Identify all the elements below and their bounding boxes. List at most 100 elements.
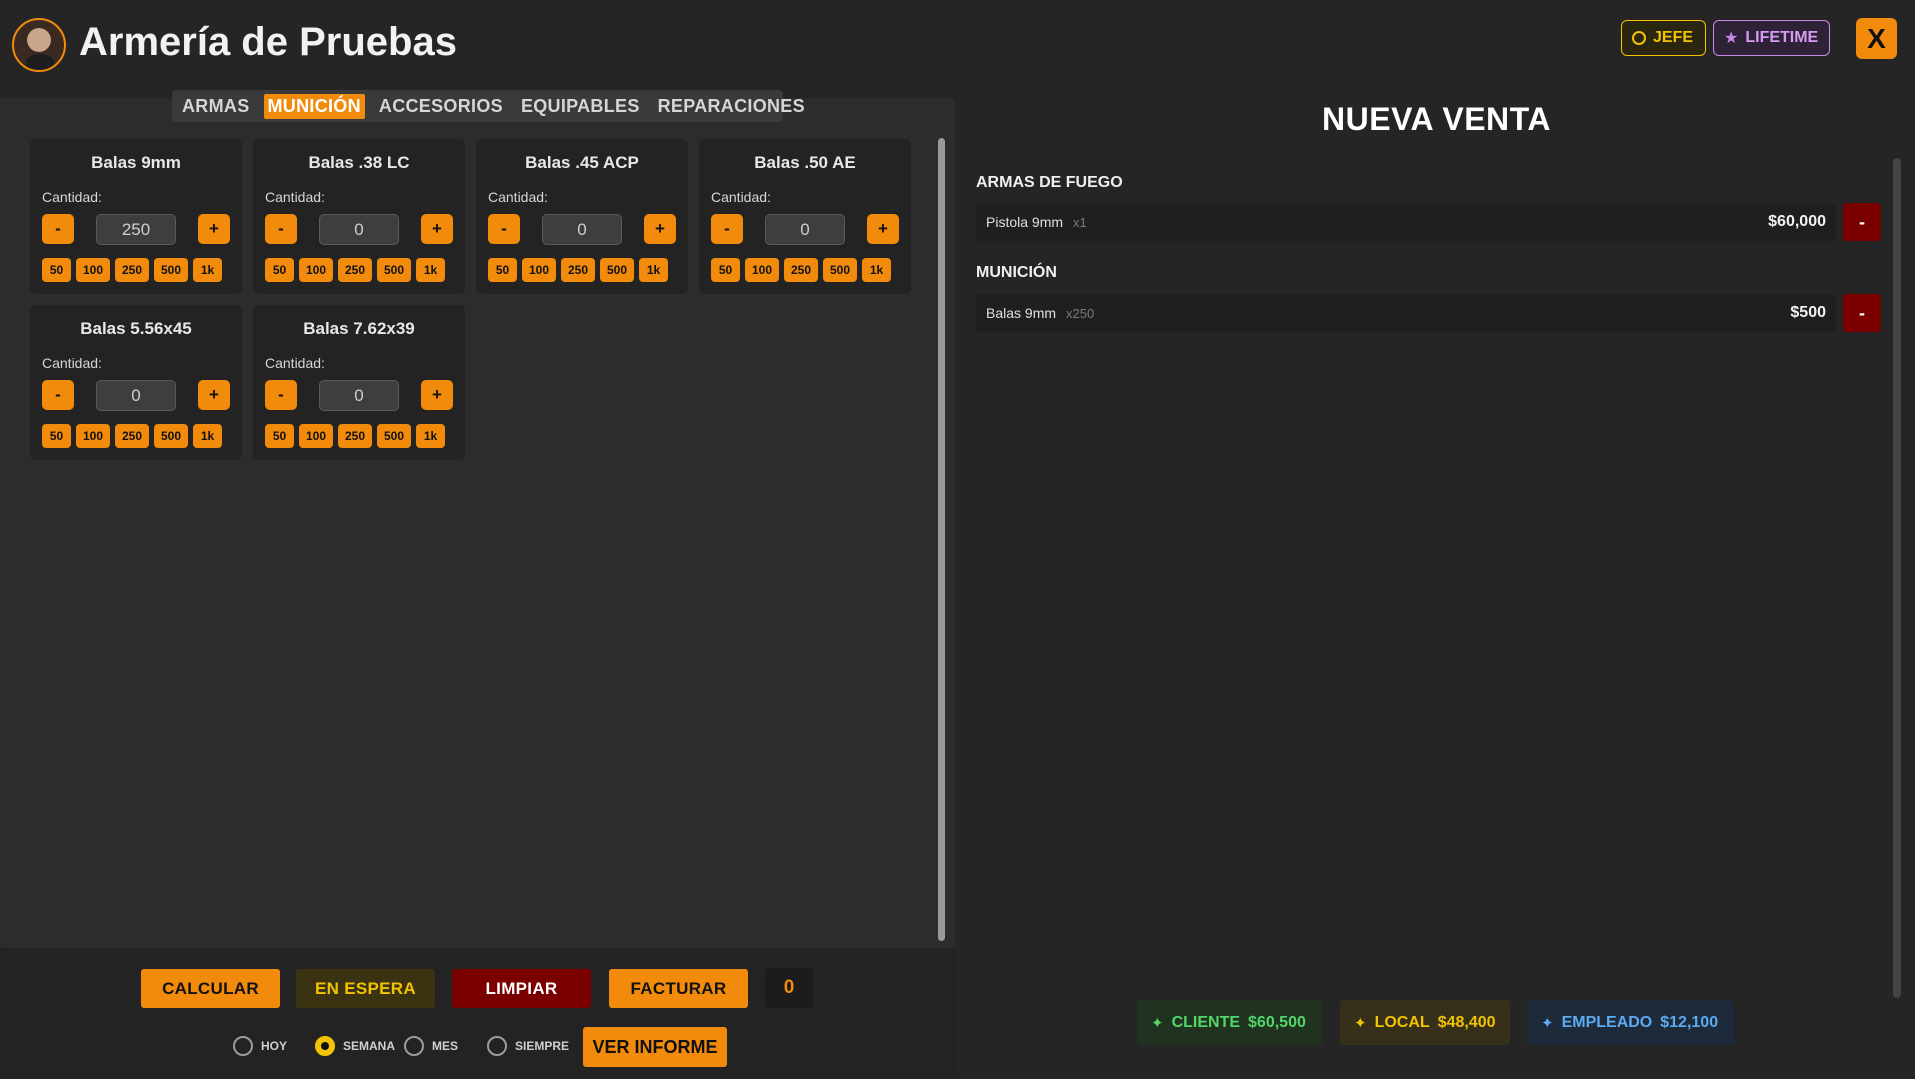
quantity-label: Cantidad: (265, 189, 325, 205)
quantity-input[interactable] (96, 214, 176, 245)
facturar-button[interactable]: FACTURAR (609, 969, 748, 1008)
radio-icon (487, 1036, 507, 1056)
preset-250[interactable]: 250 (338, 258, 372, 282)
preset-1k[interactable]: 1k (193, 258, 222, 282)
preset-100[interactable]: 100 (76, 424, 110, 448)
preset-buttons: 50 100 250 500 1k (265, 424, 445, 448)
preset-250[interactable]: 250 (338, 424, 372, 448)
preset-500[interactable]: 500 (154, 424, 188, 448)
tab-armas[interactable]: ARMAS (178, 94, 254, 119)
preset-100[interactable]: 100 (299, 258, 333, 282)
increase-button[interactable]: + (198, 214, 230, 244)
remove-item-button[interactable]: - (1843, 294, 1881, 332)
card-title: Balas 9mm (91, 153, 181, 172)
ammo-card-9mm: Balas 9mm Cantidad: - + 50 100 250 500 1… (30, 139, 242, 294)
quantity-input[interactable] (96, 380, 176, 411)
ammo-card-50ae: Balas .50 AE Cantidad: - + 50 100 250 50… (699, 139, 911, 294)
quantity-input[interactable] (319, 214, 399, 245)
card-title: Balas 5.56x45 (80, 319, 192, 338)
preset-1k[interactable]: 1k (416, 258, 445, 282)
quantity-input[interactable] (542, 214, 622, 245)
sparkle-icon: ✦ (1151, 1014, 1164, 1032)
close-button[interactable]: X (1856, 18, 1897, 59)
sale-scrollbar[interactable] (1893, 158, 1901, 998)
total-empleado: ✦ EMPLEADO $12,100 (1527, 1000, 1734, 1045)
quantity-label: Cantidad: (42, 355, 102, 371)
preset-500[interactable]: 500 (377, 424, 411, 448)
sale-item-qty: x1 (1073, 214, 1087, 230)
tab-accesorios[interactable]: ACCESORIOS (375, 94, 507, 119)
quantity-input[interactable] (319, 380, 399, 411)
period-radio-siempre[interactable]: SIEMPRE (487, 1036, 569, 1056)
preset-500[interactable]: 500 (823, 258, 857, 282)
preset-buttons: 50 100 250 500 1k (711, 258, 891, 282)
products-scrollbar[interactable] (938, 138, 945, 941)
preset-250[interactable]: 250 (115, 258, 149, 282)
decrease-button[interactable]: - (265, 380, 297, 410)
increase-button[interactable]: + (421, 214, 453, 244)
decrease-button[interactable]: - (711, 214, 743, 244)
preset-1k[interactable]: 1k (862, 258, 891, 282)
preset-buttons: 50 100 250 500 1k (265, 258, 445, 282)
radio-label: SIEMPRE (515, 1039, 570, 1053)
tab-municion[interactable]: MUNICIÓN (263, 93, 365, 119)
decrease-button[interactable]: - (42, 214, 74, 244)
preset-buttons: 50 100 250 500 1k (42, 424, 222, 448)
lifetime-badge-label: LIFETIME (1745, 29, 1819, 46)
preset-250[interactable]: 250 (115, 424, 149, 448)
calcular-button[interactable]: CALCULAR (141, 969, 280, 1008)
preset-1k[interactable]: 1k (193, 424, 222, 448)
card-title: Balas .50 AE (754, 153, 856, 172)
period-radio-hoy[interactable]: HOY (233, 1036, 287, 1056)
preset-250[interactable]: 250 (784, 258, 818, 282)
preset-500[interactable]: 500 (154, 258, 188, 282)
sale-item-name: Pistola 9mm (986, 214, 1064, 230)
preset-500[interactable]: 500 (377, 258, 411, 282)
preset-100[interactable]: 100 (745, 258, 779, 282)
preset-1k[interactable]: 1k (639, 258, 668, 282)
ring-icon (1632, 31, 1646, 45)
tab-reparaciones[interactable]: REPARACIONES (654, 94, 809, 119)
decrease-button[interactable]: - (42, 380, 74, 410)
preset-50[interactable]: 50 (265, 424, 294, 448)
section-heading-municion: MUNICIÓN (976, 264, 1057, 281)
preset-500[interactable]: 500 (600, 258, 634, 282)
preset-100[interactable]: 100 (76, 258, 110, 282)
period-radio-semana[interactable]: SEMANA (315, 1036, 395, 1056)
preset-1k[interactable]: 1k (416, 424, 445, 448)
actions-bar (0, 948, 955, 1079)
increase-button[interactable]: + (198, 380, 230, 410)
ver-informe-button[interactable]: VER INFORME (583, 1027, 727, 1067)
preset-100[interactable]: 100 (522, 258, 556, 282)
limpiar-button[interactable]: LIMPIAR (452, 969, 591, 1008)
app-title: Armería de Pruebas (79, 20, 457, 64)
decrease-button[interactable]: - (488, 214, 520, 244)
sparkle-icon: ✦ (1541, 1014, 1554, 1032)
preset-50[interactable]: 50 (265, 258, 294, 282)
preset-100[interactable]: 100 (299, 424, 333, 448)
increase-button[interactable]: + (644, 214, 676, 244)
preset-50[interactable]: 50 (711, 258, 740, 282)
sparkle-icon: ✦ (1354, 1014, 1367, 1032)
decrease-button[interactable]: - (265, 214, 297, 244)
preset-buttons: 50 100 250 500 1k (488, 258, 668, 282)
preset-50[interactable]: 50 (42, 258, 71, 282)
tab-equipables[interactable]: EQUIPABLES (517, 94, 644, 119)
en-espera-button[interactable]: EN ESPERA (296, 969, 435, 1008)
radio-label: HOY (261, 1039, 288, 1053)
quantity-input[interactable] (765, 214, 845, 245)
remove-item-button[interactable]: - (1843, 203, 1881, 241)
radio-label: SEMANA (343, 1039, 396, 1053)
radio-icon (404, 1036, 424, 1056)
avatar (12, 18, 66, 72)
quantity-label: Cantidad: (488, 189, 548, 205)
sale-title: NUEVA VENTA (1322, 101, 1551, 137)
increase-button[interactable]: + (421, 380, 453, 410)
preset-50[interactable]: 50 (488, 258, 517, 282)
preset-250[interactable]: 250 (561, 258, 595, 282)
preset-50[interactable]: 50 (42, 424, 71, 448)
period-radio-mes[interactable]: MES (404, 1036, 458, 1056)
increase-button[interactable]: + (867, 214, 899, 244)
sale-item-price: $60,000 (1768, 213, 1826, 230)
ammo-card-762x39: Balas 7.62x39 Cantidad: - + 50 100 250 5… (253, 305, 465, 460)
